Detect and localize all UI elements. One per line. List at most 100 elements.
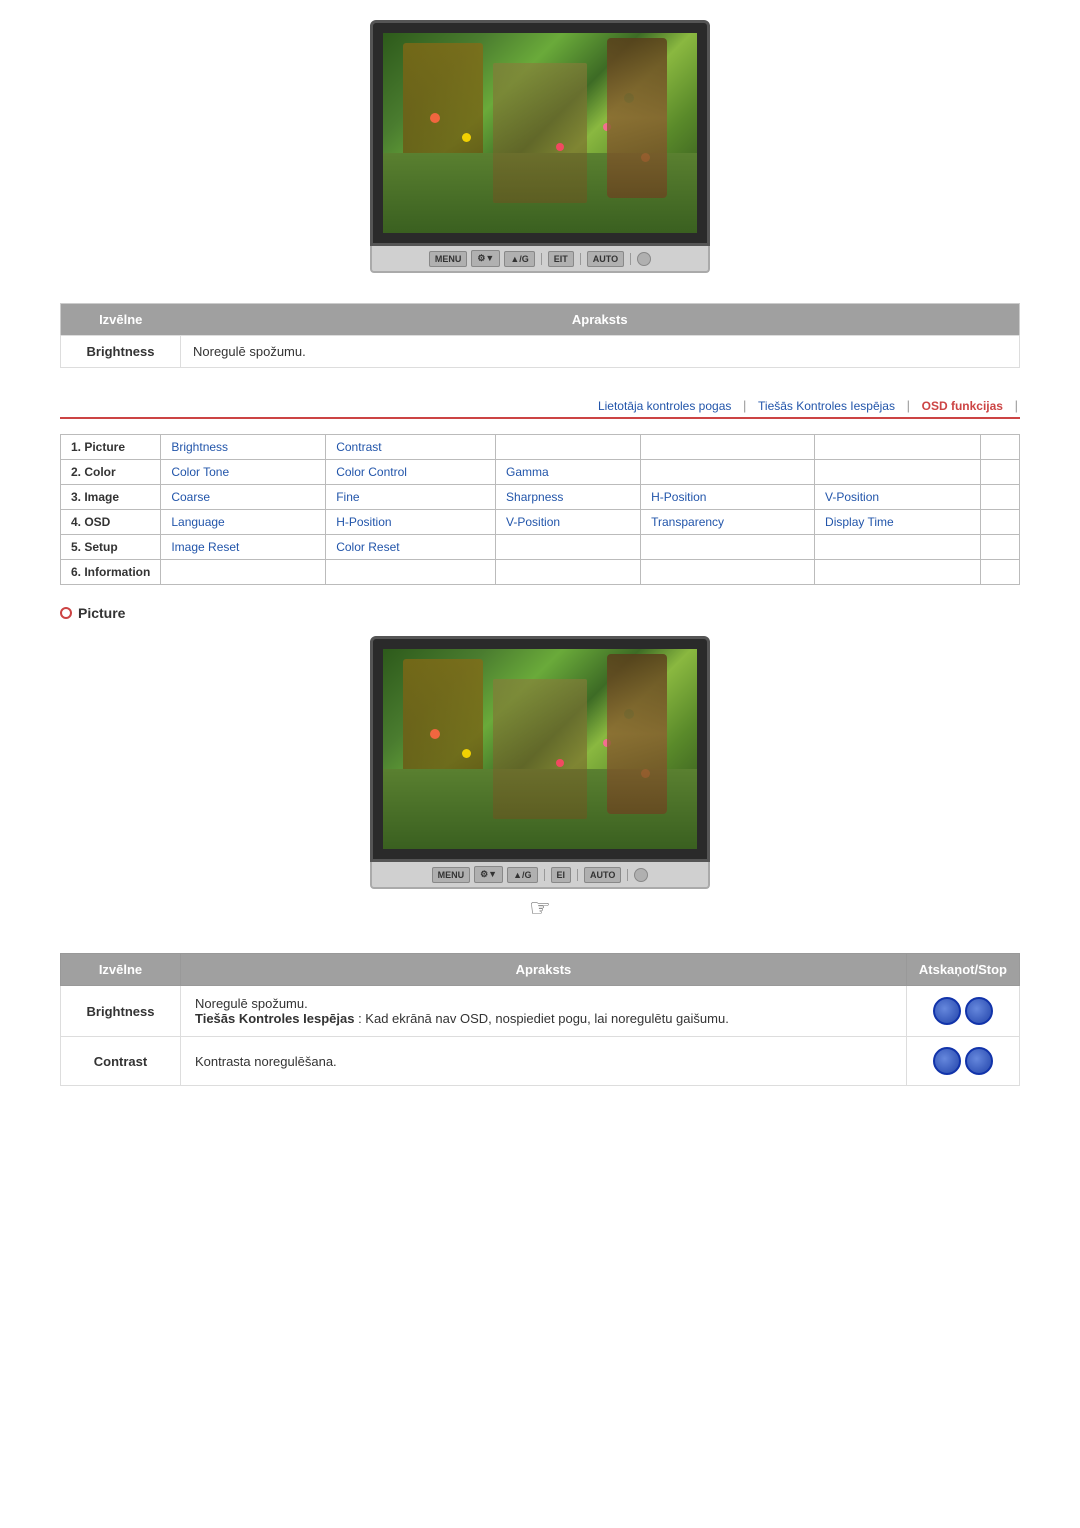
sep-3 (630, 253, 631, 265)
monitor-screen-1 (383, 33, 697, 233)
link-colorcontrol[interactable]: Color Control (336, 465, 407, 479)
page-wrapper: MENU ⚙▼ ▲/G EIT AUTO Izvēlne Apraksts Br… (0, 0, 1080, 1106)
osd-colortone: Color Tone (161, 460, 326, 485)
eit-btn-1[interactable]: EIT (548, 251, 574, 267)
link-transparency[interactable]: Transparency (651, 515, 724, 529)
link-vpos[interactable]: V-Position (506, 515, 560, 529)
monitor-container-1: MENU ⚙▼ ▲/G EIT AUTO (370, 20, 710, 273)
play-btn-brightness-2[interactable] (965, 997, 993, 1025)
ag-btn-2[interactable]: ▲/G (507, 867, 537, 883)
col-header-menu-1: Izvēlne (61, 304, 181, 336)
auto-btn-1[interactable]: AUTO (587, 251, 624, 267)
link-coarse[interactable]: Coarse (171, 490, 210, 504)
detail-btn-contrast (906, 1037, 1019, 1086)
nav-sep-2: | (907, 398, 910, 413)
power-btn-2[interactable] (634, 868, 648, 882)
osd-table: 1. Picture Brightness Contrast 2. Color … (60, 434, 1020, 585)
monitor-screen-2 (383, 649, 697, 849)
osd-empty-10 (496, 535, 641, 560)
detail-desc-brightness: Noregulē spožumu. Tiešās Kontroles Iespē… (181, 986, 907, 1037)
monitor-frame-1 (370, 20, 710, 246)
section-heading-label: Picture (78, 605, 125, 621)
monitor-buttons-2: MENU ⚙▼ ▲/G EI AUTO (370, 862, 710, 889)
osd-empty-4 (981, 435, 1020, 460)
link-sharpness[interactable]: Sharpness (506, 490, 563, 504)
link-gamma[interactable]: Gamma (506, 465, 549, 479)
osd-empty-2 (641, 435, 815, 460)
osd-fine: Fine (326, 485, 496, 510)
auto-btn-2[interactable]: AUTO (584, 867, 621, 883)
play-btn-contrast-1[interactable] (933, 1047, 961, 1075)
monitor-container-2: MENU ⚙▼ ▲/G EI AUTO ☞ (370, 636, 710, 923)
osd-empty-11 (641, 535, 815, 560)
monitor-section-2: MENU ⚙▼ ▲/G EI AUTO ☞ (60, 636, 1020, 923)
osd-item-picture: 1. Picture (61, 435, 161, 460)
osd-empty-15 (326, 560, 496, 585)
osd-hpos: H-Position (326, 510, 496, 535)
osd-empty-6 (815, 460, 981, 485)
tab-tieshas[interactable]: Tiešās Kontroles Iespējas (758, 399, 895, 413)
osd-displaytime: Display Time (815, 510, 981, 535)
link-contrast[interactable]: Contrast (336, 440, 381, 454)
detail-row-contrast: Contrast Kontrasta noregulēšana. (61, 1037, 1020, 1086)
osd-coarse: Coarse (161, 485, 326, 510)
osd-row-osd: 4. OSD Language H-Position V-Position Tr… (61, 510, 1020, 535)
osd-vposition: V-Position (815, 485, 981, 510)
link-colortone[interactable]: Color Tone (171, 465, 229, 479)
detail-desc-contrast: Kontrasta noregulēšana. (181, 1037, 907, 1086)
link-imgreset[interactable]: Image Reset (171, 540, 239, 554)
nav-sep-3: | (1015, 398, 1018, 413)
osd-item-image: 3. Image (61, 485, 161, 510)
link-hposition[interactable]: H-Position (651, 490, 706, 504)
detail-menu-contrast: Contrast (61, 1037, 181, 1086)
osd-empty-13 (981, 535, 1020, 560)
osd-row-setup: 5. Setup Image Reset Color Reset (61, 535, 1020, 560)
osd-empty-19 (981, 560, 1020, 585)
tab-lietotaja[interactable]: Lietotāja kontroles pogas (598, 399, 731, 413)
section-bullet-icon (60, 607, 72, 619)
monitor-buttons-1: MENU ⚙▼ ▲/G EIT AUTO (370, 246, 710, 273)
osd-brightness: Brightness (161, 435, 326, 460)
power-btn-1[interactable] (637, 252, 651, 266)
menu-btn-1[interactable]: MENU (429, 251, 468, 267)
osd-empty-5 (641, 460, 815, 485)
desc-cell-1: Noregulē spožumu. (181, 336, 1020, 368)
tab-osd[interactable]: OSD funkcijas (922, 399, 1003, 413)
osd-row-info: 6. Information (61, 560, 1020, 585)
detail-btn-brightness (906, 986, 1019, 1037)
osd-item-color: 2. Color (61, 460, 161, 485)
osd-row-image: 3. Image Coarse Fine Sharpness H-Positio… (61, 485, 1020, 510)
brightness-btn-1[interactable]: ⚙▼ (471, 250, 500, 267)
osd-row-picture: 1. Picture Brightness Contrast (61, 435, 1020, 460)
osd-empty-14 (161, 560, 326, 585)
detail-row-brightness: Brightness Noregulē spožumu. Tiešās Kont… (61, 986, 1020, 1037)
ei-btn-2[interactable]: EI (551, 867, 572, 883)
link-vposition[interactable]: V-Position (825, 490, 879, 504)
brightness-btn-2[interactable]: ⚙▼ (474, 866, 503, 883)
play-btn-brightness-1[interactable] (933, 997, 961, 1025)
link-colorreset[interactable]: Color Reset (336, 540, 399, 554)
link-hpos[interactable]: H-Position (336, 515, 391, 529)
osd-contrast: Contrast (326, 435, 496, 460)
link-displaytime[interactable]: Display Time (825, 515, 894, 529)
osd-item-info: 6. Information (61, 560, 161, 585)
detail-bold-text: Tiešās Kontroles Iespējas (195, 1011, 354, 1026)
nav-tabs: Lietotāja kontroles pogas | Tiešās Kontr… (60, 398, 1020, 419)
play-btn-contrast-2[interactable] (965, 1047, 993, 1075)
osd-empty-3 (815, 435, 981, 460)
menu-btn-2[interactable]: MENU (432, 867, 471, 883)
hand-icon: ☞ (529, 894, 551, 923)
osd-hposition: H-Position (641, 485, 815, 510)
link-brightness[interactable]: Brightness (171, 440, 228, 454)
sep-4 (544, 869, 545, 881)
section-heading-picture: Picture (60, 605, 1020, 621)
osd-colorreset: Color Reset (326, 535, 496, 560)
ag-btn-1[interactable]: ▲/G (504, 251, 534, 267)
link-fine[interactable]: Fine (336, 490, 359, 504)
nav-sep-1: | (743, 398, 746, 413)
link-language[interactable]: Language (171, 515, 224, 529)
osd-empty-8 (981, 485, 1020, 510)
monitor-frame-2 (370, 636, 710, 862)
osd-empty-16 (496, 560, 641, 585)
detail-menu-brightness: Brightness (61, 986, 181, 1037)
